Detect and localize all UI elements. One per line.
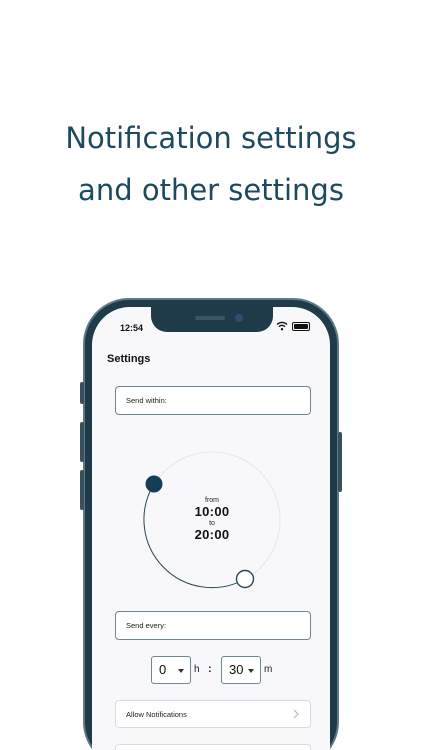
wifi-icon: [276, 321, 288, 331]
mute-switch: [80, 382, 84, 404]
send-within-label: Send within:: [126, 396, 167, 405]
volume-down-button: [80, 470, 84, 510]
interval-picker: 0 h : 30 m: [92, 656, 330, 686]
chevron-right-icon: [293, 709, 299, 719]
camera-icon: [235, 314, 243, 322]
power-button: [338, 432, 342, 492]
status-time: 12:54: [120, 323, 144, 333]
page-title: Settings: [107, 353, 151, 365]
headline-line-1: Notification settings: [65, 121, 357, 155]
hours-select[interactable]: 0: [151, 656, 191, 684]
status-icons: [276, 321, 310, 331]
send-every-label: Send every:: [126, 621, 167, 630]
phone-frame: 12:54 Settings Send within: from 10:00 t…: [80, 298, 342, 750]
notch: [151, 307, 273, 332]
from-time: 10:00: [194, 504, 230, 519]
to-time: 20:00: [194, 527, 230, 542]
headline: Notification settings and other settings: [0, 112, 422, 216]
send-within-field[interactable]: Send within:: [115, 386, 311, 415]
allow-notifications-label: Allow Notifications: [126, 710, 187, 719]
start-time-handle[interactable]: [145, 475, 163, 493]
time-range-readout: from 10:00 to 20:00: [132, 496, 292, 542]
allow-notifications-row[interactable]: Allow Notifications: [115, 700, 311, 728]
battery-icon: [292, 321, 310, 331]
minutes-value: 30: [229, 662, 244, 677]
chevron-down-icon: [178, 669, 184, 673]
phone-screen: 12:54 Settings Send within: from 10:00 t…: [92, 307, 330, 750]
hours-value: 0: [159, 662, 167, 677]
minutes-select[interactable]: 30: [221, 656, 261, 684]
volume-up-button: [80, 422, 84, 462]
send-every-field[interactable]: Send every:: [115, 611, 311, 640]
settings-row[interactable]: [115, 744, 311, 750]
chevron-down-icon: [248, 669, 254, 673]
hours-unit: h: [194, 664, 200, 675]
speaker-grille: [195, 316, 225, 320]
time-separator: :: [208, 663, 212, 675]
end-time-handle[interactable]: [235, 569, 255, 589]
minutes-unit: m: [264, 664, 273, 675]
headline-line-2: and other settings: [78, 173, 344, 207]
